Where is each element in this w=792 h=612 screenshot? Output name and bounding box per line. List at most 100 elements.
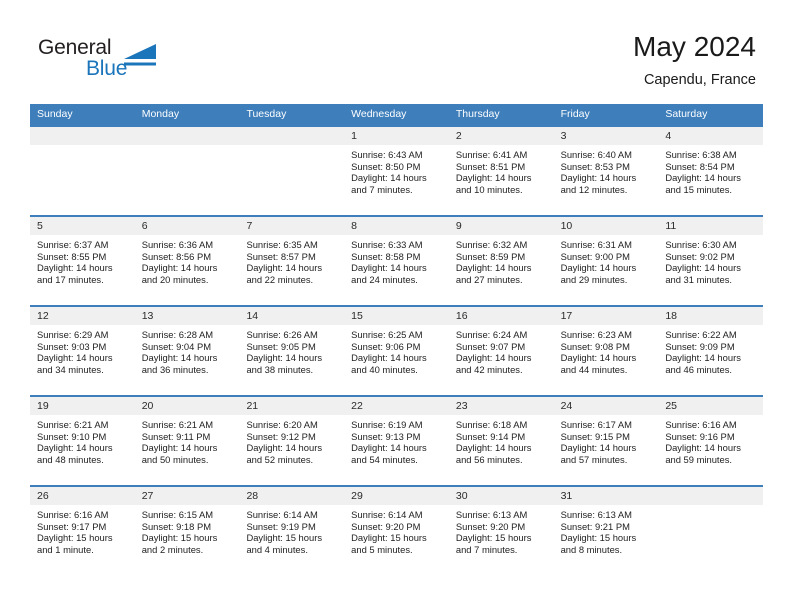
day-number: 6 [134,217,240,235]
day-cell-empty [239,127,345,145]
day-number: 23 [448,397,554,415]
day-info: Sunrise: 6:35 AM Sunset: 8:57 PM Daylight:… [239,235,345,305]
sunset-text: Sunset: 9:05 PM [246,340,316,352]
day-info-body [134,145,240,215]
triangle-logo-icon [122,43,158,71]
day-cell[interactable]: 5 [30,217,135,235]
day-info-body: Sunrise: 6:40 AM Sunset: 8:53 PM Daylight:… [553,145,659,215]
day-cell-empty [658,487,764,505]
sunrise-text: Sunrise: 6:21 AM [141,419,214,430]
sunset-text: Sunset: 9:16 PM [665,430,735,442]
daylight-text: Daylight: 15 hours and 1 minute. [37,532,113,555]
day-info: Sunrise: 6:14 AM Sunset: 9:19 PM Daylight:… [239,505,345,575]
day-info-body: Sunrise: 6:17 AM Sunset: 9:15 PM Daylight:… [553,415,659,485]
day-info: Sunrise: 6:17 AM Sunset: 9:15 PM Daylight:… [553,415,659,485]
daylight-text: Daylight: 14 hours and 15 minutes. [665,172,741,195]
day-info: Sunrise: 6:40 AM Sunset: 8:53 PM Daylight:… [553,145,659,215]
sunset-text: Sunset: 9:02 PM [665,250,735,262]
day-cell[interactable]: 17 [553,307,659,325]
day-cell[interactable]: 6 [134,217,240,235]
sunrise-text: Sunrise: 6:13 AM [560,509,632,520]
sunset-text: Sunset: 9:07 PM [455,340,526,352]
day-number: 13 [134,307,240,325]
day-cell[interactable]: 22 [344,397,449,415]
day-cell[interactable]: 14 [239,307,345,325]
day-info: Sunrise: 6:41 AM Sunset: 8:51 PM Daylight:… [448,145,554,215]
sunrise-text: Sunrise: 6:19 AM [351,419,423,430]
day-info-body: Sunrise: 6:37 AM Sunset: 8:55 PM Daylight:… [30,235,135,305]
sunrise-text: Sunrise: 6:18 AM [455,419,528,430]
day-cell[interactable]: 24 [553,397,659,415]
day-info: Sunrise: 6:25 AM Sunset: 9:06 PM Daylight:… [344,325,449,395]
daylight-text: Daylight: 14 hours and 46 minutes. [665,352,741,375]
sunset-text: Sunset: 9:19 PM [246,520,316,532]
day-cell[interactable]: 27 [134,487,240,505]
day-info-body [658,505,764,575]
day-cell[interactable]: 12 [30,307,135,325]
daylight-text: Daylight: 14 hours and 40 minutes. [351,352,427,375]
general-blue-logo[interactable]: General Blue [38,36,218,88]
day-cell[interactable]: 25 [658,397,764,415]
day-cell[interactable]: 9 [448,217,554,235]
day-cell[interactable]: 13 [134,307,240,325]
day-cell[interactable]: 23 [448,397,554,415]
sunset-text: Sunset: 9:14 PM [455,430,526,442]
day-cell[interactable]: 26 [30,487,135,505]
day-cell[interactable]: 16 [448,307,554,325]
weekday-header-saturday: Saturday [665,108,708,120]
day-cell[interactable]: 28 [239,487,345,505]
daylight-text: Daylight: 14 hours and 34 minutes. [37,352,113,375]
day-info: Sunrise: 6:16 AM Sunset: 9:16 PM Daylight:… [658,415,764,485]
day-cell[interactable]: 30 [448,487,554,505]
logo-text-blue: Blue [86,57,128,80]
day-cell[interactable]: 8 [344,217,449,235]
calendar-week-row: 26 27 28 29 30 31 Sunrise: 6:16 AM Sunset: 9:17… [30,485,764,575]
day-cell[interactable]: 2 [448,127,554,145]
calendar-week-row: 19 20 21 22 23 24 25 Sunrise: 6:21 AM Sunset: 9:… [30,395,764,485]
calendar-weeks: 1 2 3 4 Sunrise: 6:43 AM Sunset: 8:50 PM Dayli… [30,125,764,575]
day-cell[interactable]: 10 [553,217,659,235]
calendar-week-row: 12 13 14 15 16 17 18 Sunrise: 6:29 AM Sunset: 9:… [30,305,764,395]
day-cell[interactable]: 20 [134,397,240,415]
weekday-header-row: Sunday Monday Tuesday Wednesday Thursday Frid… [30,104,763,125]
daylight-text: Daylight: 14 hours and 50 minutes. [141,442,218,465]
sunset-text: Sunset: 9:08 PM [560,340,630,352]
day-number: 4 [658,127,764,145]
day-number: 20 [134,397,240,415]
weekday-header-thursday: Thursday [455,108,500,120]
day-cell[interactable]: 21 [239,397,345,415]
day-info: Sunrise: 6:15 AM Sunset: 9:18 PM Daylight:… [134,505,240,575]
day-info-body [239,145,345,215]
day-info: Sunrise: 6:33 AM Sunset: 8:58 PM Daylight:… [344,235,449,305]
calendar-grid: Sunday Monday Tuesday Wednesday Thursday Frid… [30,104,764,575]
day-cell[interactable]: 19 [30,397,135,415]
sunrise-text: Sunrise: 6:38 AM [665,149,737,160]
day-cell[interactable]: 15 [344,307,449,325]
day-cell[interactable]: 7 [239,217,345,235]
sunrise-text: Sunrise: 6:41 AM [455,149,528,160]
day-number: 15 [344,307,449,325]
weekday-header-friday: Friday [560,108,590,120]
day-cell[interactable]: 4 [658,127,764,145]
sunrise-text: Sunrise: 6:36 AM [141,239,214,250]
day-cell[interactable]: 11 [658,217,764,235]
sunrise-text: Sunrise: 6:30 AM [665,239,737,250]
sunset-text: Sunset: 9:18 PM [141,520,212,532]
day-cell[interactable]: 29 [344,487,449,505]
daylight-text: Daylight: 14 hours and 24 minutes. [351,262,427,285]
day-cell[interactable]: 18 [658,307,764,325]
sunrise-text: Sunrise: 6:28 AM [141,329,214,340]
day-info: Sunrise: 6:32 AM Sunset: 8:59 PM Daylight:… [448,235,554,305]
sunrise-text: Sunrise: 6:26 AM [246,329,318,340]
day-number: 29 [344,487,449,505]
daylight-text: Daylight: 14 hours and 52 minutes. [246,442,323,465]
day-info-body [30,145,135,215]
day-info-empty [239,145,345,215]
day-cell[interactable]: 3 [553,127,659,145]
day-info-body: Sunrise: 6:38 AM Sunset: 8:54 PM Daylight:… [658,145,764,215]
day-cell[interactable]: 1 [344,127,449,145]
sunset-text: Sunset: 9:17 PM [37,520,107,532]
day-cell[interactable]: 31 [553,487,659,505]
sunrise-text: Sunrise: 6:14 AM [246,509,318,520]
daylight-text: Daylight: 14 hours and 54 minutes. [351,442,427,465]
